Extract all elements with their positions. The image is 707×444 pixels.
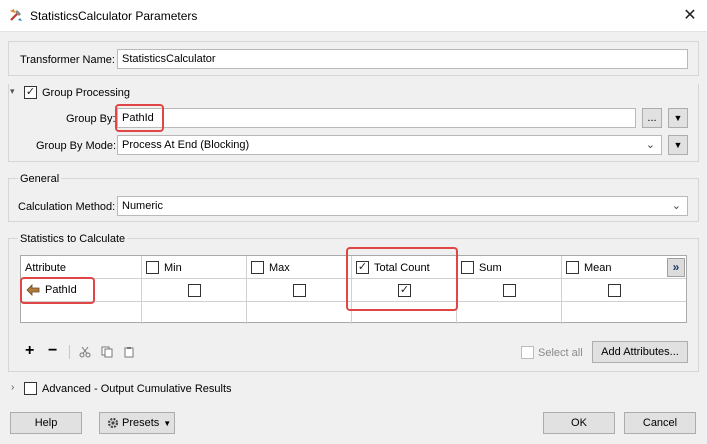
add-attributes-button[interactable]: Add Attributes... — [592, 341, 688, 363]
close-button[interactable]: ✕ — [678, 5, 702, 27]
row-checkbox-min[interactable] — [188, 284, 201, 297]
advanced-label: Advanced - Output Cumulative Results — [42, 383, 232, 395]
calculation-method-label: Calculation Method: — [18, 201, 116, 213]
column-header-max: Max — [269, 262, 290, 274]
cancel-button[interactable]: Cancel — [624, 412, 696, 434]
group-by-mode-value: Process At End (Blocking) — [122, 139, 250, 151]
group-by-mode-label: Group By Mode: — [36, 140, 117, 152]
transformer-name-field[interactable]: StatisticsCalculator — [117, 49, 688, 69]
add-row-button[interactable]: + — [25, 342, 34, 360]
group-by-menu-button[interactable]: ▼ — [668, 108, 688, 128]
row-checkbox-max[interactable] — [293, 284, 306, 297]
gear-icon — [107, 417, 119, 429]
toolbar-separator — [69, 345, 70, 359]
header-checkbox-max[interactable] — [251, 261, 264, 274]
group-processing-label: Group Processing — [42, 87, 131, 99]
chevron-down-icon: ⌄ — [671, 200, 681, 212]
column-header-mean: Mean — [584, 262, 612, 274]
column-header-attribute: Attribute — [25, 262, 66, 274]
general-title: General — [18, 173, 62, 185]
triangle-down-icon: ▼ — [673, 140, 683, 150]
column-header-sum: Sum — [479, 262, 502, 274]
copy-icon[interactable] — [101, 346, 113, 358]
grid-divider — [246, 256, 247, 324]
app-icon — [10, 9, 22, 21]
group-by-mode-select[interactable]: Process At End (Blocking) ⌄ — [117, 135, 662, 155]
transformer-name-label: Transformer Name: — [20, 54, 115, 66]
header-checkbox-sum[interactable] — [461, 261, 474, 274]
attribute-highlight — [20, 277, 95, 304]
collapse-chevron-icon[interactable]: ▾ — [10, 86, 15, 97]
advanced-checkbox[interactable] — [24, 382, 37, 395]
column-header-min: Min — [164, 262, 182, 274]
row-checkbox-sum[interactable] — [503, 284, 516, 297]
group-by-browse-button[interactable]: ... — [642, 108, 662, 128]
title-bar: StatisticsCalculator Parameters ✕ — [0, 0, 707, 32]
help-button[interactable]: Help — [10, 412, 82, 434]
calculation-method-value: Numeric — [122, 200, 163, 212]
triangle-down-icon: ▼ — [673, 113, 683, 123]
header-checkbox-min[interactable] — [146, 261, 159, 274]
double-chevron-right-icon: » — [672, 260, 680, 274]
group-by-mode-menu-button[interactable]: ▼ — [668, 135, 688, 155]
select-all-label: Select all — [538, 347, 583, 359]
calculation-method-select[interactable]: Numeric ⌄ — [117, 196, 688, 216]
group-processing-checkbox[interactable]: ✓ — [24, 86, 37, 99]
close-icon: ✕ — [683, 7, 697, 24]
group-by-highlight — [115, 104, 164, 132]
statistics-title: Statistics to Calculate — [18, 233, 128, 245]
row-checkbox-mean[interactable] — [608, 284, 621, 297]
presets-label: Presets — [122, 417, 160, 429]
remove-row-button[interactable]: − — [48, 342, 57, 360]
grid-divider — [141, 256, 142, 324]
paste-icon[interactable] — [123, 346, 135, 358]
select-all-checkbox[interactable] — [521, 346, 534, 359]
presets-button[interactable]: Presets ▼ — [99, 412, 175, 434]
expand-chevron-icon[interactable]: › — [11, 382, 14, 393]
triangle-down-icon: ▼ — [163, 418, 172, 428]
grid-divider — [561, 256, 562, 324]
total-count-highlight — [346, 247, 458, 311]
ok-button[interactable]: OK — [543, 412, 615, 434]
header-checkbox-mean[interactable] — [566, 261, 579, 274]
chevron-down-icon: ⌄ — [645, 139, 655, 151]
cut-icon[interactable] — [79, 346, 91, 358]
group-by-label: Group By: — [66, 113, 116, 125]
window-title: StatisticsCalculator Parameters — [30, 9, 198, 23]
group-by-field[interactable]: PathId — [117, 108, 636, 128]
more-columns-button[interactable]: » — [667, 258, 685, 277]
